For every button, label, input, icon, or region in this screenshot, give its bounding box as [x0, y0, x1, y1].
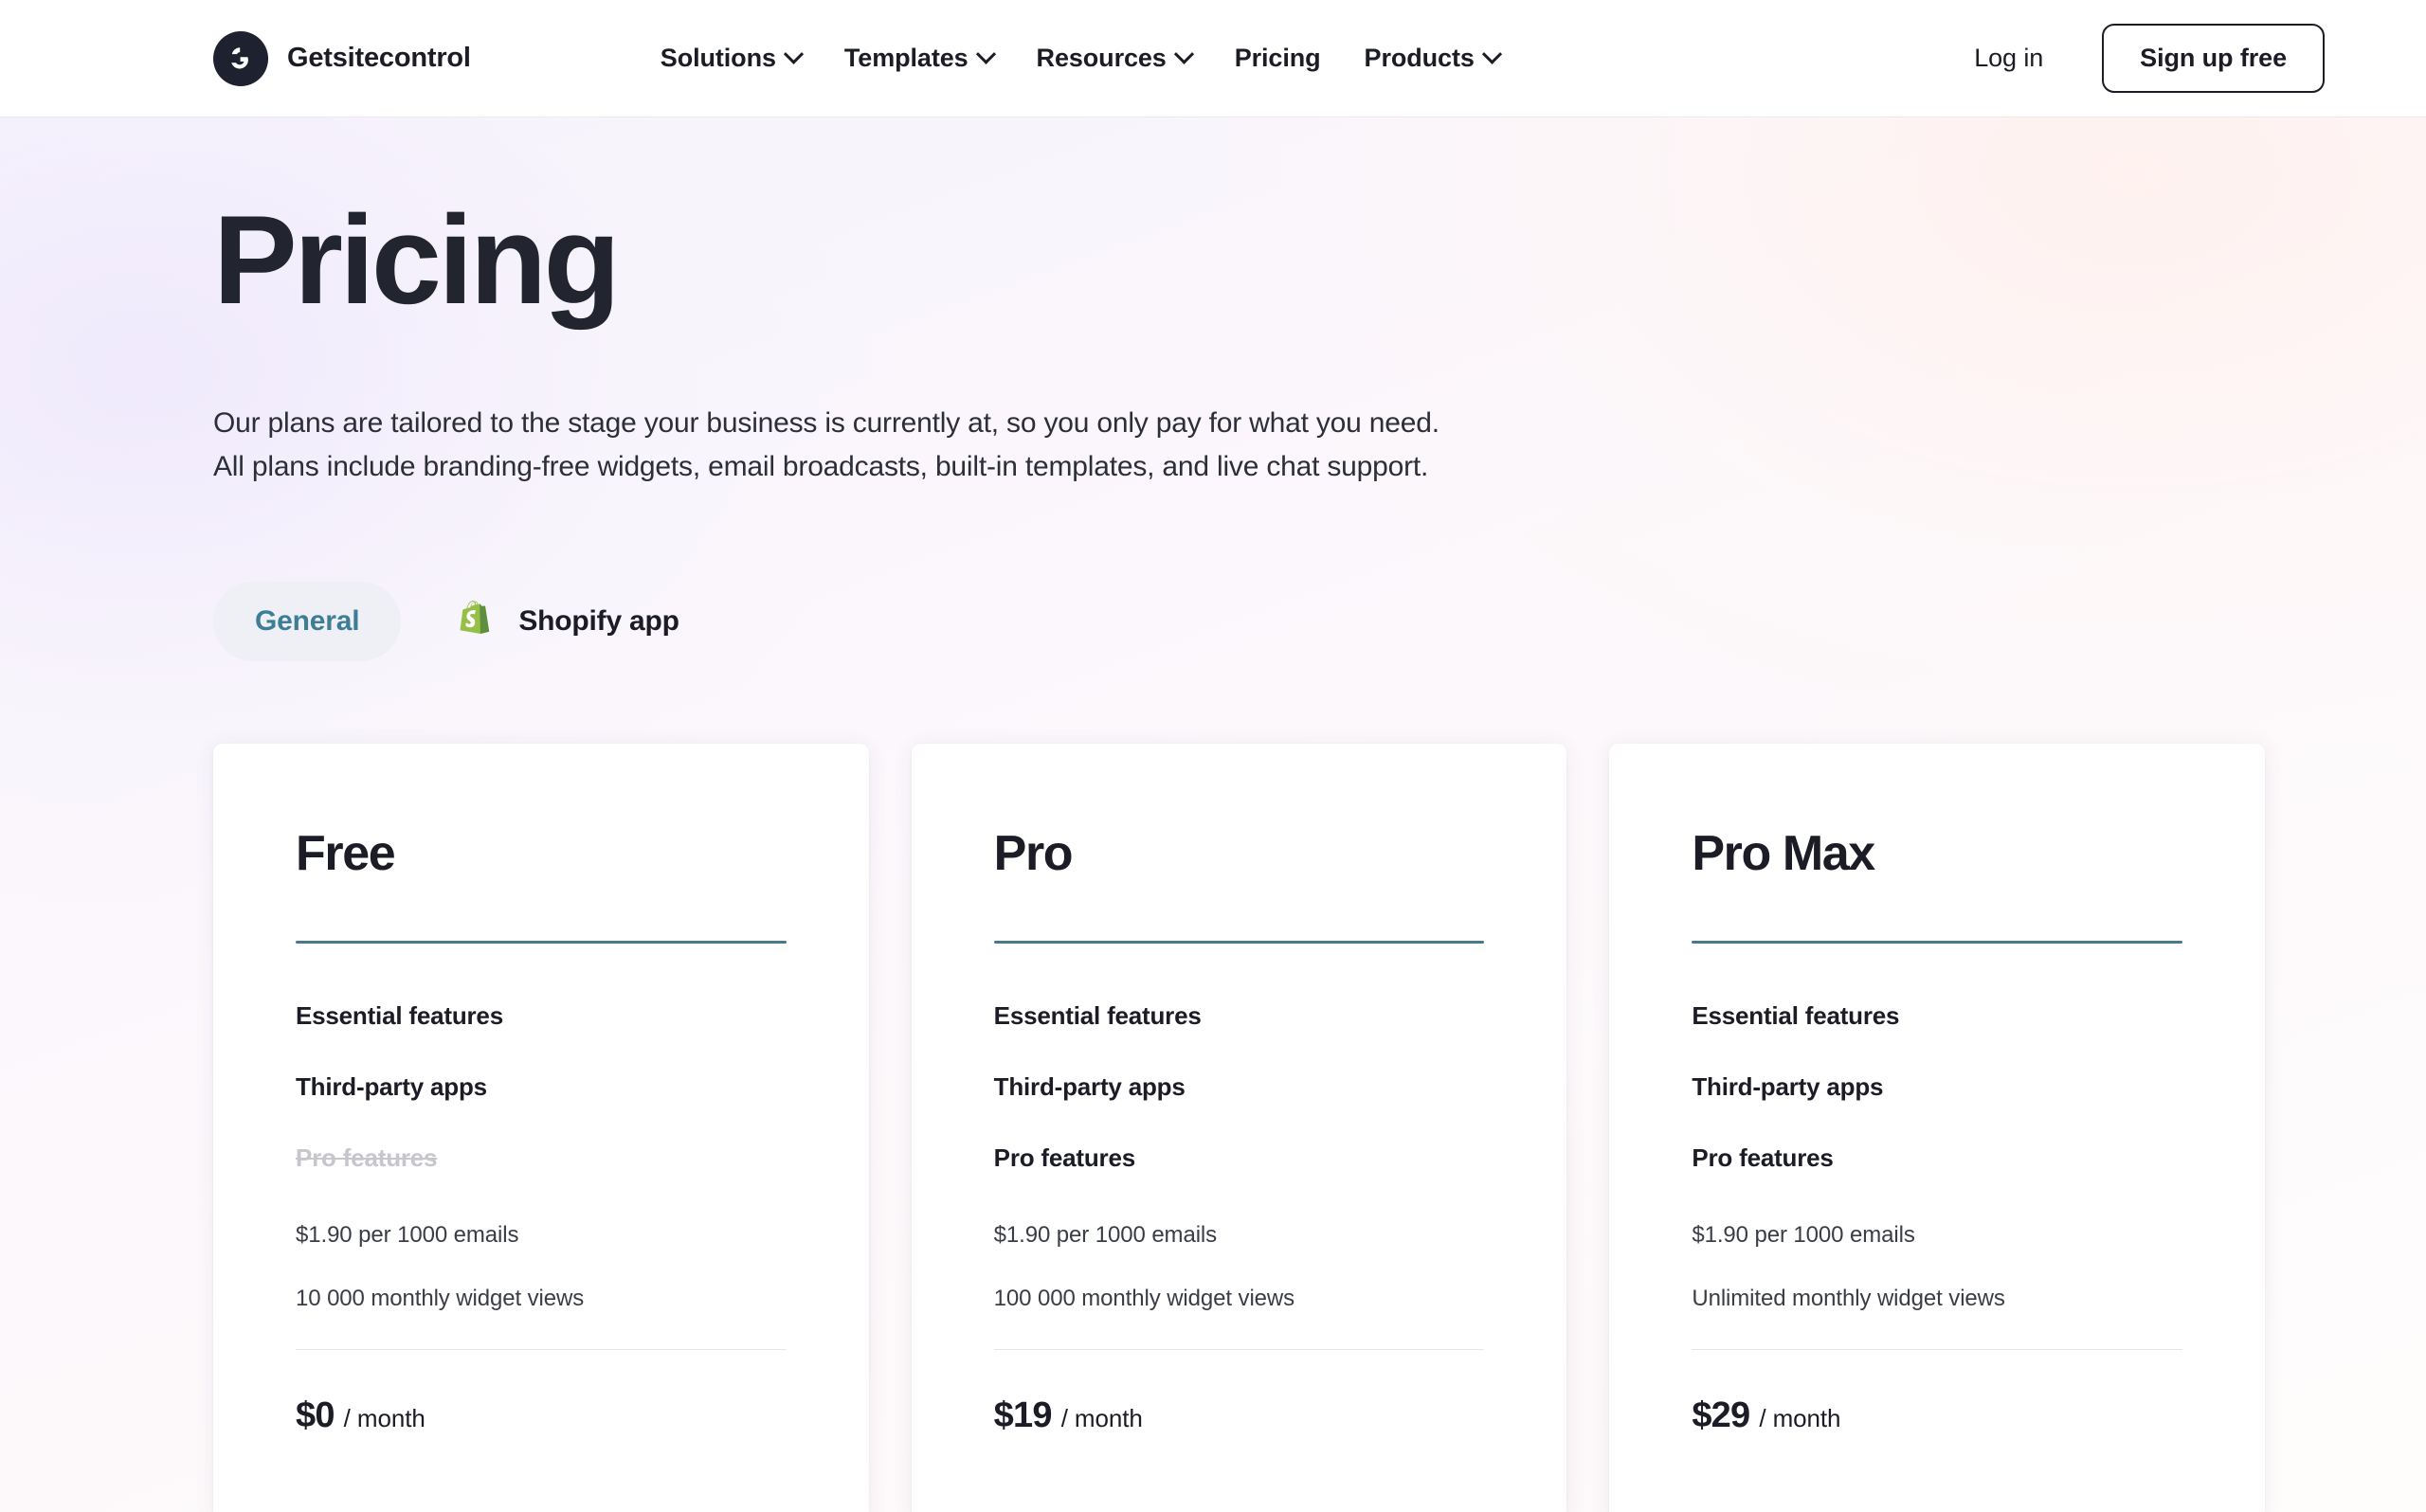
plan-meta: $1.90 per 1000 emails	[296, 1221, 519, 1248]
plan-feature: Pro features	[1692, 1143, 1834, 1172]
plan-price-amount: $19	[993, 1395, 1053, 1435]
chevron-down-icon	[1481, 44, 1502, 64]
plan-price-amount: $0	[296, 1395, 335, 1435]
pricing-cards: Free Essential features Third-party apps…	[213, 743, 2266, 1512]
plan-name: Free	[296, 825, 396, 881]
plan-feature: Third-party apps	[1692, 1071, 1884, 1101]
plan-feature-list: Essential features Third-party apps Pro …	[1692, 1001, 2182, 1173]
description-line-2: All plans include branding-free widgets,…	[213, 450, 1429, 482]
pricing-card-free[interactable]: Free Essential features Third-party apps…	[213, 743, 869, 1512]
brand-logo-link[interactable]: Getsitecontrol	[213, 30, 471, 86]
pricing-card-pro[interactable]: Pro Essential features Third-party apps …	[911, 743, 1567, 1512]
plan-price: $29 / month	[1692, 1395, 2182, 1436]
site-header: Getsitecontrol Solutions Templates Resou…	[0, 0, 2426, 117]
nav-item-pricing[interactable]: Pricing	[1213, 44, 1343, 73]
brand-name: Getsitecontrol	[287, 43, 471, 73]
plan-price-amount: $29	[1692, 1395, 1750, 1435]
plan-name: Pro Max	[1692, 825, 1875, 881]
plan-feature: Third-party apps	[296, 1071, 487, 1101]
plan-feature: Pro features	[993, 1143, 1136, 1172]
hero-section: Pricing Our plans are tailored to the st…	[0, 117, 2426, 1512]
getsitecontrol-g-logo-icon	[213, 30, 268, 86]
page-title: Pricing	[213, 190, 621, 331]
login-link[interactable]: Log in	[1974, 44, 2043, 73]
plan-accent-rule	[993, 940, 1485, 944]
plan-meta-list: $1.90 per 1000 emails 100 000 monthly wi…	[994, 1222, 1485, 1312]
plan-feature: Essential features	[993, 1000, 1202, 1030]
pricing-card-pro-max[interactable]: Pro Max Essential features Third-party a…	[1609, 743, 2266, 1512]
main-nav: Solutions Templates Resources Pricing Pr…	[639, 44, 1521, 73]
plan-accent-rule	[1692, 940, 2183, 944]
plan-feature: Essential features	[296, 1000, 503, 1030]
sign-up-free-button[interactable]: Sign up free	[2102, 24, 2325, 93]
tab-general[interactable]: General	[213, 581, 402, 661]
plan-meta: $1.90 per 1000 emails	[993, 1221, 1218, 1248]
plan-feature-list: Essential features Third-party apps Pro …	[994, 1001, 1485, 1173]
description-line-1: Our plans are tailored to the stage your…	[213, 407, 1439, 439]
page-description: Our plans are tailored to the stage your…	[213, 402, 2265, 489]
shopify-bag-icon	[458, 600, 499, 642]
pricing-page: Getsitecontrol Solutions Templates Resou…	[0, 0, 2426, 1512]
nav-label: Solutions	[660, 44, 776, 72]
nav-label: Templates	[843, 44, 969, 72]
tab-shopify-app[interactable]: Shopify app	[441, 577, 720, 666]
plan-meta-list: $1.90 per 1000 emails 10 000 monthly wid…	[296, 1222, 787, 1312]
chevron-down-icon	[975, 44, 996, 64]
plan-meta: Unlimited monthly widget views	[1692, 1285, 2005, 1311]
plan-divider	[993, 1348, 1485, 1350]
plan-price-period: / month	[1759, 1403, 1841, 1432]
tab-shopify-app-label: Shopify app	[518, 604, 679, 637]
nav-label: Resources	[1036, 44, 1167, 72]
nav-item-resources[interactable]: Resources	[1015, 44, 1213, 73]
chevron-down-icon	[1173, 44, 1194, 64]
plan-price: $0 / month	[296, 1395, 787, 1436]
nav-item-solutions[interactable]: Solutions	[639, 44, 823, 73]
plan-feature: Essential features	[1692, 1000, 1900, 1030]
plan-feature-list: Essential features Third-party apps Pro …	[296, 1001, 787, 1173]
plan-meta: 100 000 monthly widget views	[993, 1285, 1295, 1311]
nav-label: Pricing	[1234, 44, 1321, 72]
plan-divider	[1692, 1348, 2183, 1350]
plan-name: Pro	[993, 825, 1074, 881]
plan-price-period: / month	[343, 1403, 425, 1432]
tab-general-label: General	[255, 604, 360, 637]
plan-meta-list: $1.90 per 1000 emails Unlimited monthly …	[1692, 1222, 2182, 1312]
plan-accent-rule	[296, 940, 787, 944]
nav-item-templates[interactable]: Templates	[823, 44, 1015, 73]
plan-meta: $1.90 per 1000 emails	[1692, 1221, 1915, 1248]
plan-price: $19 / month	[994, 1395, 1485, 1436]
plan-meta: 10 000 monthly widget views	[296, 1285, 585, 1311]
plan-price-period: / month	[1060, 1403, 1143, 1432]
header-actions: Log in Sign up free	[1974, 24, 2325, 93]
pricing-tabs: General Shopify app	[213, 577, 2265, 666]
nav-label: Products	[1364, 44, 1475, 72]
chevron-down-icon	[783, 44, 804, 64]
nav-item-products[interactable]: Products	[1343, 44, 1521, 73]
plan-feature-excluded: Pro features	[296, 1143, 438, 1172]
plan-feature: Third-party apps	[993, 1071, 1186, 1101]
plan-divider	[296, 1348, 787, 1350]
